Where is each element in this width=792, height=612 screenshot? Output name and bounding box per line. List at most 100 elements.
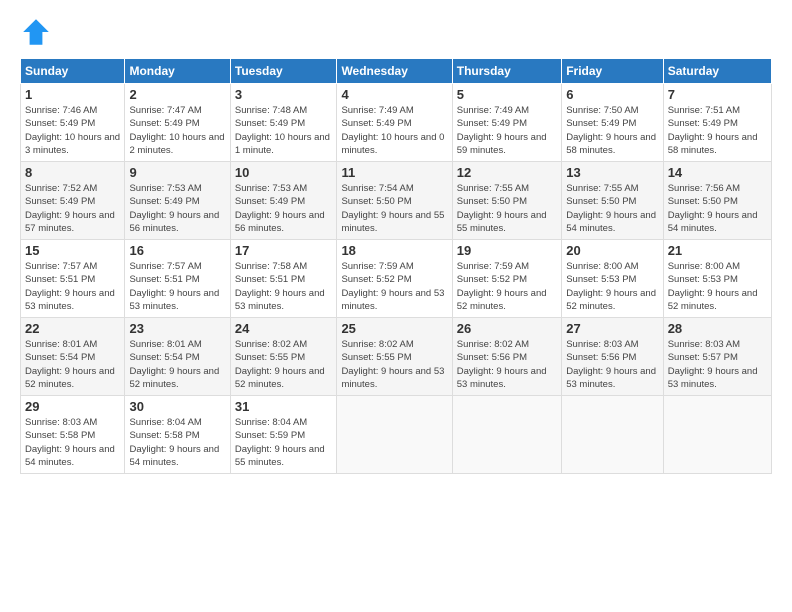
day-cell xyxy=(663,396,771,474)
day-info: Sunrise: 7:57 AMSunset: 5:51 PMDaylight:… xyxy=(25,260,120,313)
week-row-2: 8Sunrise: 7:52 AMSunset: 5:49 PMDaylight… xyxy=(21,162,772,240)
day-number: 23 xyxy=(129,321,225,336)
day-cell: 14 Sunrise: 7:56 AMSunset: 5:50 PMDayligh… xyxy=(663,162,771,240)
day-info: Sunrise: 7:48 AMSunset: 5:49 PMDaylight:… xyxy=(235,104,333,157)
day-info: Sunrise: 7:59 AMSunset: 5:52 PMDaylight:… xyxy=(457,260,557,313)
day-number: 15 xyxy=(25,243,120,258)
day-cell: 10 Sunrise: 7:53 AMSunset: 5:49 PMDayligh… xyxy=(230,162,337,240)
week-row-5: 29Sunrise: 8:03 AMSunset: 5:58 PMDayligh… xyxy=(21,396,772,474)
day-number: 29 xyxy=(25,399,120,414)
day-number: 20 xyxy=(566,243,658,258)
day-number: 21 xyxy=(668,243,767,258)
day-cell: 11 Sunrise: 7:54 AMSunset: 5:50 PMDayligh… xyxy=(337,162,452,240)
day-cell xyxy=(562,396,663,474)
day-info: Sunrise: 7:49 AMSunset: 5:49 PMDaylight:… xyxy=(457,104,557,157)
day-cell: 1 Sunrise: 7:46 AMSunset: 5:49 PMDaylight… xyxy=(21,84,125,162)
day-cell: 29Sunrise: 8:03 AMSunset: 5:58 PMDayligh… xyxy=(21,396,125,474)
day-info: Sunrise: 8:00 AMSunset: 5:53 PMDaylight:… xyxy=(668,260,767,313)
day-cell: 9 Sunrise: 7:53 AMSunset: 5:49 PMDaylight… xyxy=(125,162,230,240)
day-info: Sunrise: 8:03 AMSunset: 5:56 PMDaylight:… xyxy=(566,338,658,391)
day-number: 17 xyxy=(235,243,333,258)
day-number: 12 xyxy=(457,165,557,180)
day-number: 19 xyxy=(457,243,557,258)
day-number: 2 xyxy=(129,87,225,102)
day-number: 7 xyxy=(668,87,767,102)
day-number: 14 xyxy=(668,165,767,180)
day-cell: 8Sunrise: 7:52 AMSunset: 5:49 PMDaylight… xyxy=(21,162,125,240)
day-info: Sunrise: 7:50 AMSunset: 5:49 PMDaylight:… xyxy=(566,104,658,157)
day-number: 24 xyxy=(235,321,333,336)
day-number: 5 xyxy=(457,87,557,102)
day-number: 28 xyxy=(668,321,767,336)
day-number: 9 xyxy=(129,165,225,180)
day-number: 18 xyxy=(341,243,447,258)
day-number: 11 xyxy=(341,165,447,180)
day-info: Sunrise: 7:55 AMSunset: 5:50 PMDaylight:… xyxy=(566,182,658,235)
day-cell: 2 Sunrise: 7:47 AMSunset: 5:49 PMDaylight… xyxy=(125,84,230,162)
day-info: Sunrise: 7:51 AMSunset: 5:49 PMDaylight:… xyxy=(668,104,767,157)
day-cell: 24 Sunrise: 8:02 AMSunset: 5:55 PMDayligh… xyxy=(230,318,337,396)
day-number: 31 xyxy=(235,399,333,414)
day-cell: 17Sunrise: 7:58 AMSunset: 5:51 PMDayligh… xyxy=(230,240,337,318)
header-row: SundayMondayTuesdayWednesdayThursdayFrid… xyxy=(21,59,772,84)
day-number: 30 xyxy=(129,399,225,414)
day-info: Sunrise: 8:02 AMSunset: 5:56 PMDaylight:… xyxy=(457,338,557,391)
day-cell: 19 Sunrise: 7:59 AMSunset: 5:52 PMDayligh… xyxy=(452,240,561,318)
day-cell: 7 Sunrise: 7:51 AMSunset: 5:49 PMDaylight… xyxy=(663,84,771,162)
day-number: 16 xyxy=(129,243,225,258)
logo xyxy=(20,16,58,48)
week-row-1: 1 Sunrise: 7:46 AMSunset: 5:49 PMDaylight… xyxy=(21,84,772,162)
day-number: 3 xyxy=(235,87,333,102)
day-info: Sunrise: 7:55 AMSunset: 5:50 PMDaylight:… xyxy=(457,182,557,235)
day-info: Sunrise: 7:57 AMSunset: 5:51 PMDaylight:… xyxy=(129,260,225,313)
day-info: Sunrise: 7:49 AMSunset: 5:49 PMDaylight:… xyxy=(341,104,447,157)
day-cell: 16 Sunrise: 7:57 AMSunset: 5:51 PMDayligh… xyxy=(125,240,230,318)
day-cell xyxy=(452,396,561,474)
day-info: Sunrise: 7:52 AMSunset: 5:49 PMDaylight:… xyxy=(25,182,120,235)
day-number: 27 xyxy=(566,321,658,336)
day-cell: 21 Sunrise: 8:00 AMSunset: 5:53 PMDayligh… xyxy=(663,240,771,318)
header-cell-monday: Monday xyxy=(125,59,230,84)
day-info: Sunrise: 8:00 AMSunset: 5:53 PMDaylight:… xyxy=(566,260,658,313)
day-cell: 12 Sunrise: 7:55 AMSunset: 5:50 PMDayligh… xyxy=(452,162,561,240)
day-cell: 27 Sunrise: 8:03 AMSunset: 5:56 PMDayligh… xyxy=(562,318,663,396)
day-info: Sunrise: 7:53 AMSunset: 5:49 PMDaylight:… xyxy=(235,182,333,235)
day-info: Sunrise: 8:02 AMSunset: 5:55 PMDaylight:… xyxy=(341,338,447,391)
day-cell: 25 Sunrise: 8:02 AMSunset: 5:55 PMDayligh… xyxy=(337,318,452,396)
day-number: 1 xyxy=(25,87,120,102)
day-info: Sunrise: 7:46 AMSunset: 5:49 PMDaylight:… xyxy=(25,104,120,157)
day-info: Sunrise: 7:59 AMSunset: 5:52 PMDaylight:… xyxy=(341,260,447,313)
header-cell-thursday: Thursday xyxy=(452,59,561,84)
page: SundayMondayTuesdayWednesdayThursdayFrid… xyxy=(0,0,792,612)
day-info: Sunrise: 8:02 AMSunset: 5:55 PMDaylight:… xyxy=(235,338,333,391)
day-cell: 15 Sunrise: 7:57 AMSunset: 5:51 PMDayligh… xyxy=(21,240,125,318)
day-info: Sunrise: 8:01 AMSunset: 5:54 PMDaylight:… xyxy=(25,338,120,391)
day-number: 13 xyxy=(566,165,658,180)
day-number: 6 xyxy=(566,87,658,102)
day-cell: 5 Sunrise: 7:49 AMSunset: 5:49 PMDaylight… xyxy=(452,84,561,162)
day-info: Sunrise: 8:04 AMSunset: 5:59 PMDaylight:… xyxy=(235,416,333,469)
day-cell: 28Sunrise: 8:03 AMSunset: 5:57 PMDayligh… xyxy=(663,318,771,396)
day-info: Sunrise: 8:04 AMSunset: 5:58 PMDaylight:… xyxy=(129,416,225,469)
day-cell: 22 Sunrise: 8:01 AMSunset: 5:54 PMDayligh… xyxy=(21,318,125,396)
day-info: Sunrise: 7:54 AMSunset: 5:50 PMDaylight:… xyxy=(341,182,447,235)
day-number: 26 xyxy=(457,321,557,336)
header-cell-tuesday: Tuesday xyxy=(230,59,337,84)
day-info: Sunrise: 7:47 AMSunset: 5:49 PMDaylight:… xyxy=(129,104,225,157)
header-cell-sunday: Sunday xyxy=(21,59,125,84)
logo-icon xyxy=(20,16,52,48)
calendar-header: SundayMondayTuesdayWednesdayThursdayFrid… xyxy=(21,59,772,84)
day-cell: 6 Sunrise: 7:50 AMSunset: 5:49 PMDaylight… xyxy=(562,84,663,162)
day-cell: 23 Sunrise: 8:01 AMSunset: 5:54 PMDayligh… xyxy=(125,318,230,396)
day-info: Sunrise: 8:01 AMSunset: 5:54 PMDaylight:… xyxy=(129,338,225,391)
day-number: 22 xyxy=(25,321,120,336)
day-info: Sunrise: 7:53 AMSunset: 5:49 PMDaylight:… xyxy=(129,182,225,235)
week-row-3: 15 Sunrise: 7:57 AMSunset: 5:51 PMDayligh… xyxy=(21,240,772,318)
header-cell-friday: Friday xyxy=(562,59,663,84)
day-info: Sunrise: 7:56 AMSunset: 5:50 PMDaylight:… xyxy=(668,182,767,235)
day-number: 25 xyxy=(341,321,447,336)
header xyxy=(20,16,772,48)
day-number: 10 xyxy=(235,165,333,180)
day-cell: 13 Sunrise: 7:55 AMSunset: 5:50 PMDayligh… xyxy=(562,162,663,240)
day-cell: 18 Sunrise: 7:59 AMSunset: 5:52 PMDayligh… xyxy=(337,240,452,318)
